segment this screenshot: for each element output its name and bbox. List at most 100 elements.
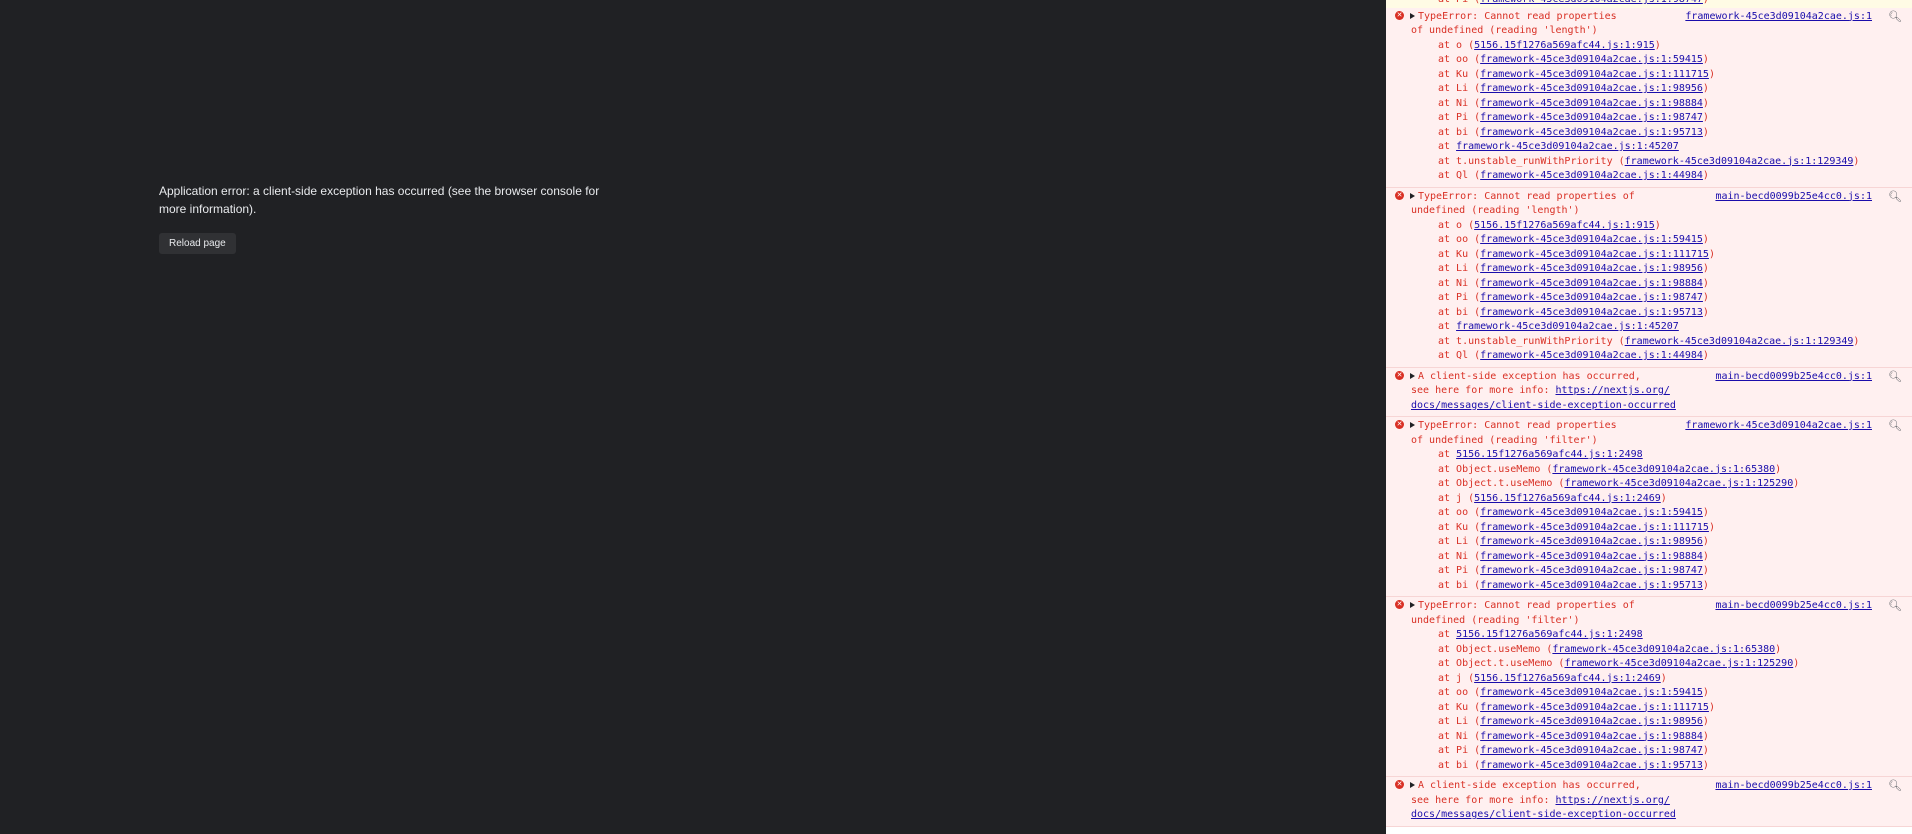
stack-frame-link[interactable]: 5156.15f1276a569afc44.js:1:915 <box>1474 40 1655 51</box>
stack-frame-link[interactable]: framework-45ce3d09104a2cae.js:1:98747 <box>1480 292 1703 303</box>
devtools-console-panel[interactable]: at Pi (framework-45ce3d09104a2cae.js:1:9… <box>1386 0 1912 834</box>
error-message-head: TypeError: Cannot read properties framewo… <box>1386 9 1912 25</box>
stack-frame: at 5156.15f1276a569afc44.js:1:2498 <box>1438 449 1643 460</box>
stack-frame-link[interactable]: framework-45ce3d09104a2cae.js:1:98884 <box>1480 278 1703 289</box>
error-source-link[interactable]: framework-45ce3d09104a2cae.js:1 <box>1685 9 1872 24</box>
error-source-link[interactable]: main-becd0099b25e4cc0.js:1 <box>1715 369 1872 384</box>
stack-frame: at bi (framework-45ce3d09104a2cae.js:1:9… <box>1438 759 1709 771</box>
stack-frame-link[interactable]: framework-45ce3d09104a2cae.js:1:98956 <box>1480 83 1703 94</box>
error-source-link[interactable]: main-becd0099b25e4cc0.js:1 <box>1715 189 1872 204</box>
error-message-head: A client-side exception has occurred, mai… <box>1386 369 1912 385</box>
search-icon[interactable]: 🔍︎ <box>1888 10 1902 25</box>
stack-frame: at Pi (framework-45ce3d09104a2cae.js:1:9… <box>1386 0 1912 8</box>
stack-frame: at Li (framework-45ce3d09104a2cae.js:1:9… <box>1438 536 1709 547</box>
stack-frame-link[interactable]: framework-45ce3d09104a2cae.js:1:65380 <box>1552 644 1775 655</box>
error-message-text: of undefined (reading 'filter') <box>1411 434 1598 446</box>
stack-frame-link[interactable]: framework-45ce3d09104a2cae.js:1:98747 <box>1480 0 1703 5</box>
stack-frame-link[interactable]: framework-45ce3d09104a2cae.js:1:129349 <box>1625 336 1854 347</box>
console-error-message[interactable]: ✕ TypeError: Cannot read properties framew… <box>1386 7 1912 188</box>
error-message-head: A client-side exception has occurred, mai… <box>1386 779 1912 794</box>
stack-frame-link[interactable]: framework-45ce3d09104a2cae.js:1:98884 <box>1480 551 1703 562</box>
stack-frame-link[interactable]: framework-45ce3d09104a2cae.js:1:59415 <box>1480 234 1703 245</box>
stack-frame-link[interactable]: framework-45ce3d09104a2cae.js:1:95713 <box>1480 760 1703 771</box>
stack-frame-link[interactable]: framework-45ce3d09104a2cae.js:1:98747 <box>1480 745 1703 756</box>
stack-frame: at bi (framework-45ce3d09104a2cae.js:1:9… <box>1438 306 1709 318</box>
application-error-message: Application error: a client-side excepti… <box>159 184 600 216</box>
expand-triangle-icon[interactable] <box>1410 602 1415 608</box>
stack-frame: at t.unstable_runWithPriority (framework… <box>1438 335 1860 347</box>
stack-frame-link[interactable]: framework-45ce3d09104a2cae.js:1:59415 <box>1480 54 1703 65</box>
stack-frame-link[interactable]: framework-45ce3d09104a2cae.js:1:65380 <box>1552 464 1775 475</box>
stack-frame-link[interactable]: framework-45ce3d09104a2cae.js:1:111715 <box>1480 522 1709 533</box>
console-error-message[interactable]: ✕ TypeError: Cannot read properties of mai… <box>1386 597 1912 777</box>
stack-frame-link[interactable]: framework-45ce3d09104a2cae.js:1:98956 <box>1480 716 1703 727</box>
stack-frame-link[interactable]: framework-45ce3d09104a2cae.js:1:59415 <box>1480 687 1703 698</box>
stack-frame: at framework-45ce3d09104a2cae.js:1:45207 <box>1438 321 1679 332</box>
stack-frame: at j (5156.15f1276a569afc44.js:1:2469) <box>1438 672 1667 684</box>
search-icon[interactable]: 🔍︎ <box>1888 599 1902 614</box>
console-error-message[interactable]: ✕ A client-side exception has occurred, ma… <box>1386 367 1912 417</box>
error-source-link[interactable]: main-becd0099b25e4cc0.js:1 <box>1715 779 1872 794</box>
stack-frame: at Li (framework-45ce3d09104a2cae.js:1:9… <box>1438 716 1709 727</box>
stack-frame: at oo (framework-45ce3d09104a2cae.js:1:5… <box>1438 687 1709 698</box>
error-source-link[interactable]: main-becd0099b25e4cc0.js:1 <box>1715 599 1872 614</box>
stack-frame: at Ku (framework-45ce3d09104a2cae.js:1:1… <box>1438 701 1715 713</box>
search-icon[interactable]: 🔍︎ <box>1888 190 1902 205</box>
expand-triangle-icon[interactable] <box>1410 12 1415 19</box>
stack-frame: at Ni (framework-45ce3d09104a2cae.js:1:9… <box>1438 97 1709 109</box>
stack-frame: at Li (framework-45ce3d09104a2cae.js:1:9… <box>1438 83 1709 94</box>
console-error-message[interactable]: ✕ A client-side exception has occurred, ma… <box>1386 777 1912 827</box>
nextjs-link[interactable]: https://nextjs.org/ <box>1556 795 1670 806</box>
app-page: Application error: a client-side excepti… <box>0 0 1386 834</box>
console-error-message[interactable]: ✕ TypeError: Cannot read properties of mai… <box>1386 187 1912 368</box>
stack-frame-link[interactable]: framework-45ce3d09104a2cae.js:1:125290 <box>1564 658 1793 669</box>
stack-frame-link[interactable]: 5156.15f1276a569afc44.js:1:2469 <box>1474 673 1661 684</box>
console-error-message[interactable]: ✕ TypeError: Cannot read properties framew… <box>1386 417 1912 597</box>
stack-frame-link[interactable]: framework-45ce3d09104a2cae.js:1:95713 <box>1480 127 1703 138</box>
stack-frame-link[interactable]: framework-45ce3d09104a2cae.js:1:98956 <box>1480 536 1703 547</box>
stack-frame-link[interactable]: framework-45ce3d09104a2cae.js:1:44984 <box>1480 350 1703 361</box>
stack-frame: at Ni (framework-45ce3d09104a2cae.js:1:9… <box>1438 550 1709 562</box>
stack-frame-link[interactable]: framework-45ce3d09104a2cae.js:1:111715 <box>1480 69 1709 80</box>
stack-frame-link[interactable]: 5156.15f1276a569afc44.js:1:915 <box>1474 220 1655 231</box>
stack-frame-link[interactable]: framework-45ce3d09104a2cae.js:1:44984 <box>1480 170 1703 181</box>
stack-frame-link[interactable]: framework-45ce3d09104a2cae.js:1:98747 <box>1480 565 1703 576</box>
stack-frame-link[interactable]: framework-45ce3d09104a2cae.js:1:59415 <box>1480 507 1703 518</box>
reload-page-button[interactable]: Reload page <box>159 233 236 254</box>
search-icon[interactable]: 🔍︎ <box>1888 779 1902 794</box>
stack-frame-link[interactable]: framework-45ce3d09104a2cae.js:1:125290 <box>1564 478 1793 489</box>
expand-triangle-icon[interactable] <box>1410 372 1415 379</box>
stack-frame-link[interactable]: framework-45ce3d09104a2cae.js:1:98884 <box>1480 731 1703 742</box>
stack-frame-link[interactable]: framework-45ce3d09104a2cae.js:1:111715 <box>1480 702 1709 713</box>
expand-triangle-icon[interactable] <box>1410 782 1415 788</box>
stack-frame: at Object.useMemo (framework-45ce3d09104… <box>1438 463 1782 475</box>
search-icon[interactable]: 🔍︎ <box>1888 370 1902 385</box>
expand-triangle-icon[interactable] <box>1410 422 1415 428</box>
error-message-head: TypeError: Cannot read properties framewo… <box>1386 419 1912 434</box>
stack-frame-link[interactable]: framework-45ce3d09104a2cae.js:1:98884 <box>1480 98 1703 109</box>
error-source-link[interactable]: framework-45ce3d09104a2cae.js:1 <box>1685 419 1872 434</box>
stack-frame: at Ku (framework-45ce3d09104a2cae.js:1:1… <box>1438 248 1715 260</box>
stack-frame-link[interactable]: framework-45ce3d09104a2cae.js:1:45207 <box>1456 141 1679 152</box>
nextjs-docs-link[interactable]: docs/messages/client-side-exception-occu… <box>1411 809 1676 820</box>
stack-frame-link[interactable]: framework-45ce3d09104a2cae.js:1:45207 <box>1456 321 1679 332</box>
console-message-partial: at Pi (framework-45ce3d09104a2cae.js:1:9… <box>1386 0 1912 8</box>
error-message-text: see here for more info: https://nextjs.o… <box>1411 385 1670 396</box>
stack-frame: at Object.t.useMemo (framework-45ce3d091… <box>1438 478 1800 489</box>
stack-frame-link[interactable]: 5156.15f1276a569afc44.js:1:2498 <box>1456 629 1643 640</box>
nextjs-link[interactable]: https://nextjs.org/ <box>1556 385 1670 396</box>
search-icon[interactable]: 🔍︎ <box>1888 419 1902 434</box>
nextjs-docs-link[interactable]: docs/messages/client-side-exception-occu… <box>1411 400 1676 411</box>
stack-frame-link[interactable]: framework-45ce3d09104a2cae.js:1:95713 <box>1480 580 1703 591</box>
stack-frame: at Li (framework-45ce3d09104a2cae.js:1:9… <box>1438 263 1709 274</box>
stack-frame: at oo (framework-45ce3d09104a2cae.js:1:5… <box>1438 507 1709 518</box>
stack-frame-link[interactable]: 5156.15f1276a569afc44.js:1:2498 <box>1456 449 1643 460</box>
stack-frame-link[interactable]: framework-45ce3d09104a2cae.js:1:98747 <box>1480 112 1703 123</box>
stack-frame-link[interactable]: framework-45ce3d09104a2cae.js:1:95713 <box>1480 307 1703 318</box>
stack-frame-link[interactable]: framework-45ce3d09104a2cae.js:1:98956 <box>1480 263 1703 274</box>
stack-frame-link[interactable]: framework-45ce3d09104a2cae.js:1:129349 <box>1625 156 1854 167</box>
stack-frame: at Pi (framework-45ce3d09104a2cae.js:1:9… <box>1438 292 1709 303</box>
stack-frame-link[interactable]: framework-45ce3d09104a2cae.js:1:111715 <box>1480 249 1709 260</box>
stack-frame-link[interactable]: 5156.15f1276a569afc44.js:1:2469 <box>1474 493 1661 504</box>
expand-triangle-icon[interactable] <box>1410 192 1415 199</box>
